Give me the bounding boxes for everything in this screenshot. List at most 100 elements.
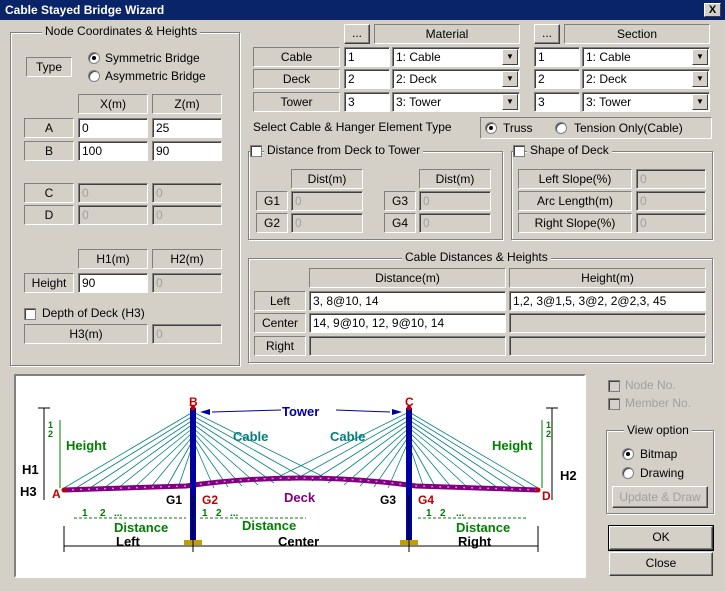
truss-label[interactable]: Truss — [503, 121, 533, 135]
tower-material-number[interactable]: 3 — [344, 92, 390, 112]
dropdown-arrow-icon[interactable]: ▼ — [502, 94, 518, 110]
vtick-2-left: 2 — [48, 429, 53, 439]
g4-input[interactable]: 0 — [419, 213, 491, 233]
right-height-input[interactable] — [509, 336, 706, 356]
left-height-input[interactable]: 1,2, 3@1,5, 3@2, 2@2,3, 45 — [509, 291, 706, 311]
h1-input[interactable]: 90 — [78, 273, 148, 293]
node-c-z-input[interactable]: 0 — [152, 183, 222, 203]
node-no-label[interactable]: Node No. — [625, 378, 676, 392]
label-distance-center: Distance — [242, 518, 296, 533]
label-g4: G4 — [418, 493, 434, 507]
cable-section-number[interactable]: 1 — [534, 47, 580, 67]
label-height-left: Height — [66, 438, 107, 453]
arrowhead-icon — [200, 409, 210, 415]
close-button[interactable]: Close — [609, 552, 713, 576]
cable-section-value: 1: Cable — [586, 50, 631, 64]
arc-length-input[interactable]: 0 — [636, 191, 706, 211]
element-type-label: Select Cable & Hanger Element Type — [253, 120, 452, 134]
cable-material-number[interactable]: 1 — [344, 47, 390, 67]
dropdown-arrow-icon[interactable]: ▼ — [692, 49, 708, 65]
vtick-2-right: 2 — [546, 429, 551, 439]
node-b-z-input[interactable]: 90 — [152, 141, 222, 161]
deck-material-number[interactable]: 2 — [344, 69, 390, 89]
update-draw-button[interactable]: Update & Draw — [612, 486, 708, 508]
g1-input[interactable]: 0 — [291, 191, 363, 211]
right-slope-label: Right Slope(%) — [518, 213, 632, 233]
node-coordinates-title: Node Coordinates & Heights — [42, 24, 201, 38]
label-tower: Tower — [282, 404, 319, 419]
arrowhead-icon — [392, 409, 402, 415]
tension-only-label[interactable]: Tension Only(Cable) — [574, 121, 683, 135]
bitmap-radio[interactable] — [622, 448, 634, 460]
right-distance-input[interactable] — [309, 336, 506, 356]
node-b-label: B — [24, 141, 74, 161]
tick-dots-center: ... — [230, 508, 239, 519]
cable-material-value: 1: Cable — [396, 50, 441, 64]
distance-checkbox-label[interactable]: Distance from Deck to Tower — [264, 143, 424, 157]
center-distance-input[interactable]: 14, 9@10, 12, 9@10, 14 — [309, 313, 506, 333]
tower-arrow-left — [211, 409, 282, 413]
label-left-span: Left — [116, 534, 141, 549]
cable-row-label: Cable — [253, 47, 340, 67]
ok-button[interactable]: OK — [608, 525, 714, 551]
h3-input[interactable]: 0 — [152, 324, 222, 344]
tick-1-center: 1 — [202, 508, 208, 519]
dropdown-arrow-icon[interactable]: ▼ — [502, 71, 518, 87]
label-height-right: Height — [492, 438, 533, 453]
label-h2: H2 — [560, 468, 577, 483]
left-distance-input[interactable]: 3, 8@10, 14 — [309, 291, 506, 311]
close-window-button[interactable]: X — [704, 3, 721, 17]
member-no-checkbox[interactable] — [608, 398, 620, 410]
h1-header: H1(m) — [78, 249, 148, 269]
left-slope-label: Left Slope(%) — [518, 169, 632, 189]
distance-checkbox[interactable] — [250, 145, 262, 157]
right-slope-input[interactable]: 0 — [636, 213, 706, 233]
dropdown-arrow-icon[interactable]: ▼ — [692, 71, 708, 87]
left-slope-input[interactable]: 0 — [636, 169, 706, 189]
symmetric-label[interactable]: Symmetric Bridge — [105, 51, 200, 65]
bitmap-label[interactable]: Bitmap — [640, 447, 677, 461]
asymmetric-label[interactable]: Asymmetric Bridge — [105, 69, 206, 83]
h2-input[interactable]: 0 — [152, 273, 222, 293]
label-distance-right: Distance — [456, 520, 510, 535]
cable-material-select[interactable]: 1: Cable ▼ — [392, 47, 520, 67]
drawing-radio[interactable] — [622, 467, 634, 479]
dropdown-arrow-icon[interactable]: ▼ — [502, 49, 518, 65]
cable-distances-title: Cable Distances & Heights — [402, 250, 551, 264]
h3-label: H3(m) — [24, 324, 148, 344]
node-d-z-input[interactable]: 0 — [152, 205, 222, 225]
g3-input[interactable]: 0 — [419, 191, 491, 211]
depth-of-deck-checkbox[interactable] — [24, 308, 36, 320]
z-header: Z(m) — [152, 94, 222, 114]
label-c: C — [405, 395, 414, 409]
deck-section-select[interactable]: 2: Deck ▼ — [582, 69, 710, 89]
center-height-input[interactable] — [509, 313, 706, 333]
deck-material-select[interactable]: 2: Deck ▼ — [392, 69, 520, 89]
shape-of-deck-label[interactable]: Shape of Deck — [527, 143, 612, 157]
node-b-x-input[interactable]: 100 — [78, 141, 148, 161]
member-no-label[interactable]: Member No. — [625, 396, 691, 410]
material-browse-button[interactable]: ... — [344, 24, 370, 44]
g2-input[interactable]: 0 — [291, 213, 363, 233]
section-browse-button[interactable]: ... — [534, 24, 560, 44]
node-c-x-input[interactable]: 0 — [78, 183, 148, 203]
node-d-x-input[interactable]: 0 — [78, 205, 148, 225]
dropdown-arrow-icon[interactable]: ▼ — [692, 94, 708, 110]
node-d-label: D — [24, 205, 74, 225]
asymmetric-radio[interactable] — [88, 70, 100, 82]
deck-section-number[interactable]: 2 — [534, 69, 580, 89]
node-no-checkbox[interactable] — [608, 380, 620, 392]
depth-of-deck-label[interactable]: Depth of Deck (H3) — [42, 306, 145, 320]
node-a-x-input[interactable]: 0 — [78, 118, 148, 138]
tower-section-number[interactable]: 3 — [534, 92, 580, 112]
tower-section-select[interactable]: 3: Tower ▼ — [582, 92, 710, 112]
truss-radio[interactable] — [485, 122, 497, 134]
cable-section-select[interactable]: 1: Cable ▼ — [582, 47, 710, 67]
window-title: Cable Stayed Bridge Wizard — [0, 0, 725, 20]
symmetric-radio[interactable] — [88, 52, 100, 64]
node-a-z-input[interactable]: 25 — [152, 118, 222, 138]
drawing-label[interactable]: Drawing — [640, 466, 684, 480]
tension-only-radio[interactable] — [555, 122, 567, 134]
shape-of-deck-checkbox[interactable] — [513, 145, 525, 157]
tower-material-select[interactable]: 3: Tower ▼ — [392, 92, 520, 112]
